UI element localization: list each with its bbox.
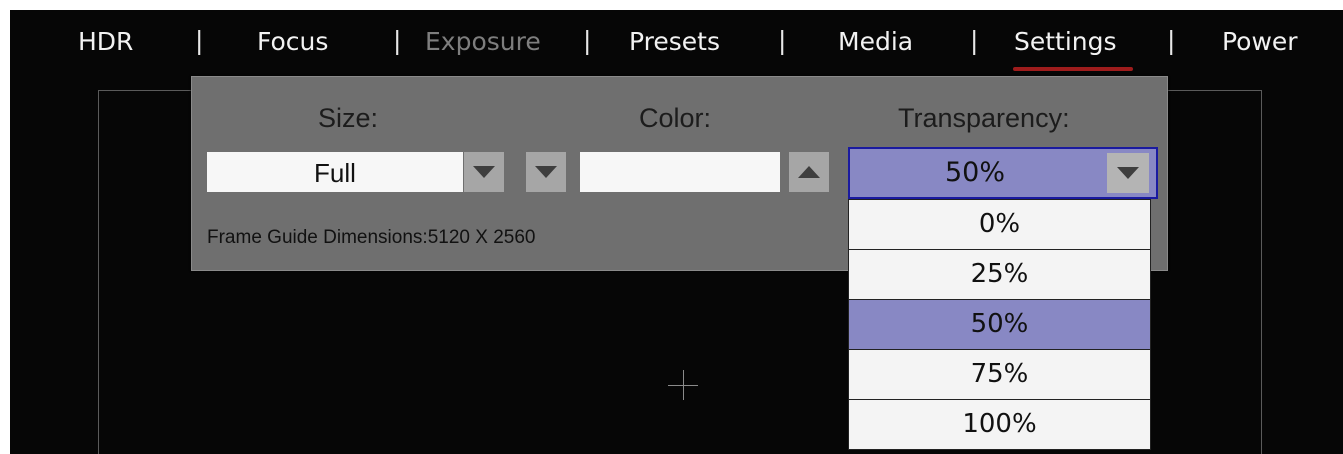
size-dropdown[interactable]: Full (207, 152, 463, 192)
top-menu: HDR | Focus | Exposure | Presets | Media… (10, 10, 1343, 74)
color-field[interactable] (580, 152, 780, 192)
menu-separator: | (583, 26, 592, 55)
transparency-option-25[interactable]: 25% (849, 250, 1150, 300)
transparency-value: 50% (944, 157, 1005, 188)
frame-guide-dimensions: Frame Guide Dimensions:5120 X 2560 (207, 227, 536, 248)
menu-separator: | (970, 26, 979, 55)
camera-screen: HDR | Focus | Exposure | Presets | Media… (10, 10, 1343, 454)
crosshair-icon (683, 370, 684, 400)
dropdown-arrow-icon (1117, 167, 1139, 179)
menu-separator: | (778, 26, 787, 55)
menu-item-settings[interactable]: Settings (1014, 26, 1117, 58)
size-dropdown-button[interactable] (464, 152, 504, 192)
menu-item-exposure[interactable]: Exposure (425, 26, 541, 58)
transparency-option-75[interactable]: 75% (849, 350, 1150, 400)
size-label: Size: (318, 103, 379, 133)
menu-separator: | (195, 26, 204, 55)
transparency-label: Transparency: (898, 103, 1070, 133)
menu-item-media[interactable]: Media (838, 26, 913, 58)
menu-item-power[interactable]: Power (1222, 26, 1298, 58)
up-arrow-icon (798, 166, 820, 178)
color-next-button[interactable] (789, 152, 829, 192)
transparency-option-100[interactable]: 100% (849, 400, 1150, 450)
color-prev-button[interactable] (526, 152, 566, 192)
menu-separator: | (1167, 26, 1176, 55)
menu-item-focus[interactable]: Focus (257, 26, 328, 58)
transparency-option-50[interactable]: 50% (849, 300, 1150, 350)
dropdown-arrow-icon (473, 166, 495, 178)
transparency-dropdown-button[interactable] (1107, 153, 1149, 193)
color-label: Color: (639, 103, 712, 133)
transparency-dropdown[interactable]: 50% (848, 147, 1158, 199)
active-tab-indicator (1013, 67, 1133, 71)
size-value: Full (314, 158, 356, 188)
menu-separator: | (393, 26, 402, 55)
transparency-option-0[interactable]: 0% (849, 200, 1150, 250)
transparency-options-list: 0% 25% 50% 75% 100% (848, 199, 1151, 450)
dropdown-arrow-icon (535, 166, 557, 178)
menu-item-presets[interactable]: Presets (629, 26, 720, 58)
menu-item-hdr[interactable]: HDR (78, 26, 133, 58)
